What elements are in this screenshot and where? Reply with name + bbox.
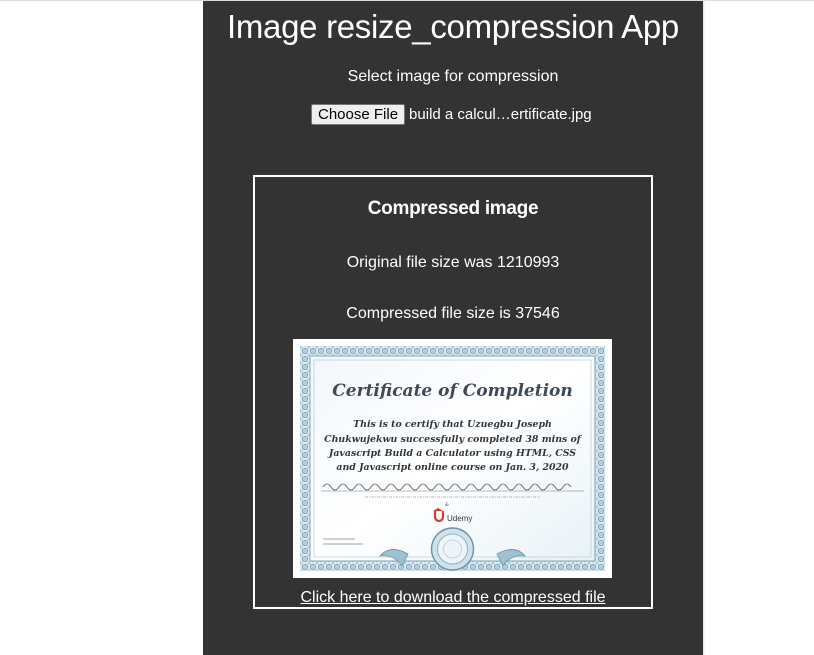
certificate-title: Certificate of Completion bbox=[332, 381, 573, 401]
panel-edge-shadow bbox=[703, 1, 705, 655]
page: Image resize_compression App Select imag… bbox=[0, 0, 814, 655]
download-compressed-file-link[interactable]: Click here to download the compressed fi… bbox=[255, 589, 651, 607]
choose-file-button[interactable]: Choose File bbox=[311, 103, 406, 125]
svg-text:&: & bbox=[445, 502, 450, 508]
compressed-certificate-image: Certificate of Completion This is to cer… bbox=[293, 339, 612, 578]
app-title: Image resize_compression App bbox=[226, 8, 679, 45]
certificate-body-line-1: This is to certify that Uzuegbu Joseph bbox=[353, 419, 552, 430]
compressed-file-size-text: Compressed file size is 37546 bbox=[346, 305, 560, 322]
certificate-body-line-3: Javascript Build a Calculator using HTML… bbox=[327, 448, 576, 459]
compressed-result-box: Compressed image Original file size was … bbox=[253, 175, 653, 609]
original-file-size-text: Original file size was 1210993 bbox=[346, 254, 560, 271]
compressed-image-heading: Compressed image bbox=[367, 198, 539, 219]
udemy-brand-text: Udemy bbox=[447, 514, 472, 523]
select-image-label: Select image for compression bbox=[347, 68, 559, 85]
selected-file-name: build a calcul…ertificate.jpg bbox=[409, 105, 592, 123]
file-input[interactable]: Choose File build a calcul…ertificate.jp… bbox=[311, 103, 592, 125]
certificate-body-line-4: and Javascript online course on Jan. 3, … bbox=[336, 462, 569, 473]
app-panel: Image resize_compression App Select imag… bbox=[203, 1, 703, 655]
certificate-body-line-2: Chukwujekwu successfully completed 38 mi… bbox=[324, 434, 583, 445]
